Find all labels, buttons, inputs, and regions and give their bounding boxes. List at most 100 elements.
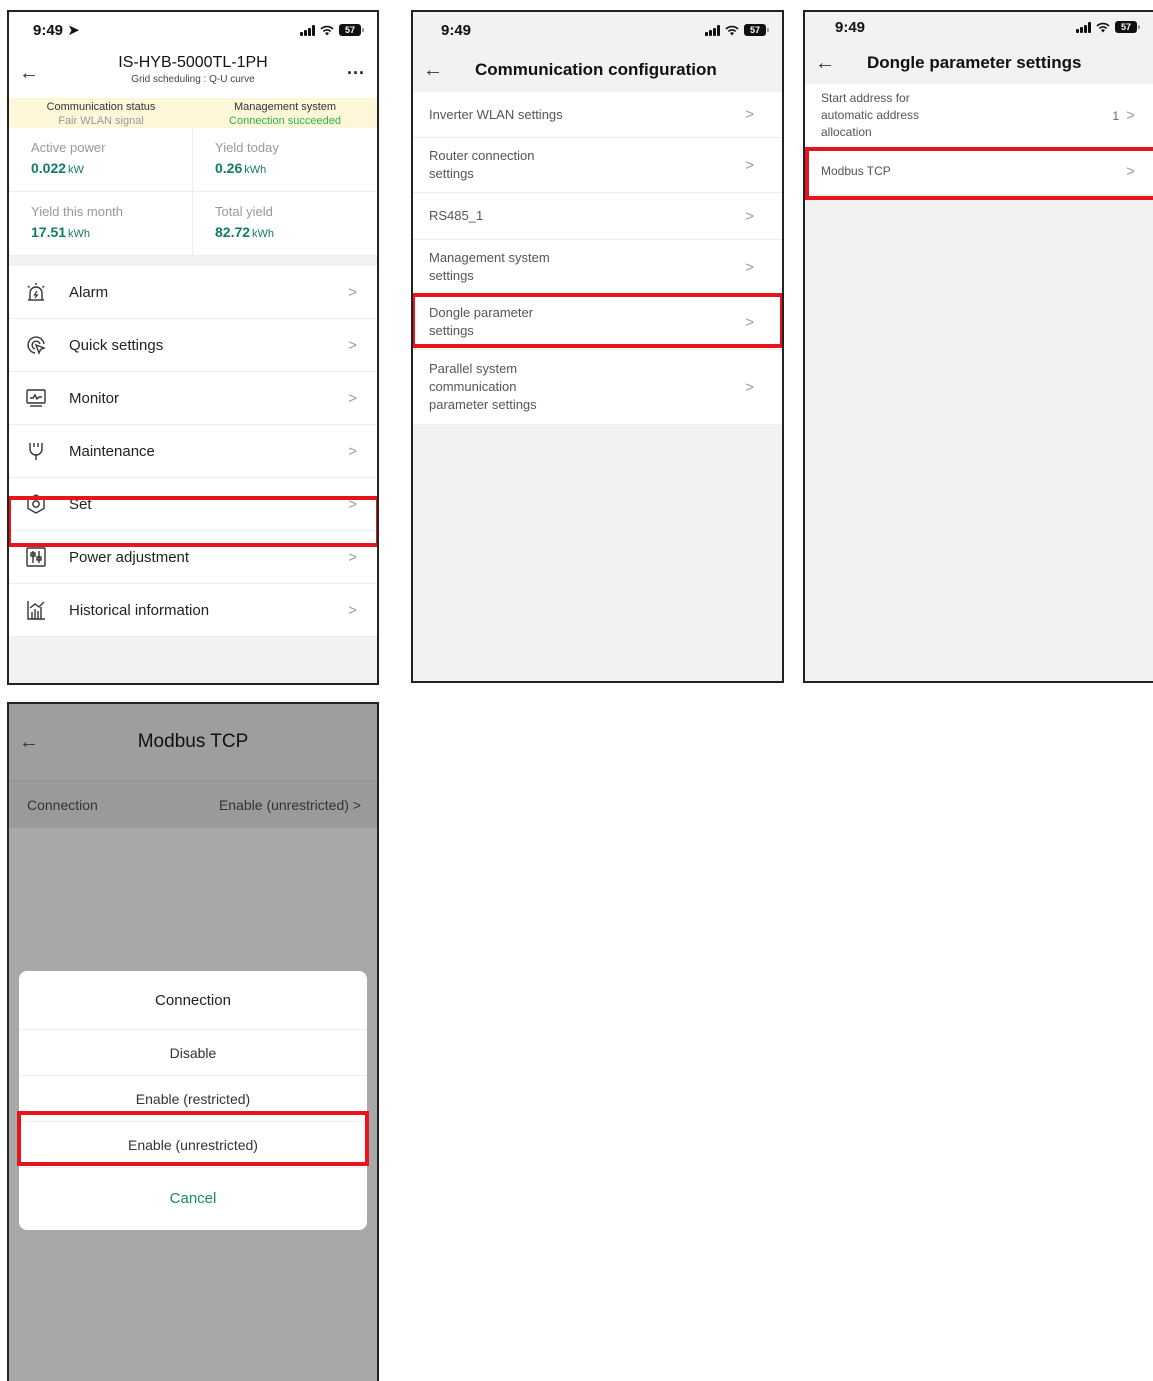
menu-label: Power adjustment xyxy=(69,548,190,566)
status-banner: Communication status Fair WLAN signal Ma… xyxy=(9,98,377,128)
nav-bar: ← IS-HYB-5000TL-1PH Grid scheduling : Q-… xyxy=(9,48,377,98)
chevron-right-icon: > xyxy=(348,548,357,566)
back-arrow-icon[interactable]: ← xyxy=(413,59,453,82)
list-item-value: 1 xyxy=(1112,108,1119,123)
status-time: 9:49 xyxy=(441,21,472,39)
menu-label: Alarm xyxy=(69,283,109,301)
signal-icon xyxy=(1076,21,1091,33)
management-system-status: Management system Connection succeeded xyxy=(193,98,377,128)
set-icon xyxy=(9,493,57,515)
chevron-right-icon: > xyxy=(745,378,754,396)
menu-item-maintenance[interactable]: Maintenance > xyxy=(9,425,377,478)
list-item-label: Inverter WLAN settings xyxy=(429,106,563,122)
menu-label: Maintenance xyxy=(69,442,155,460)
stat-total-yield: Total yield 82.72 kWh xyxy=(193,192,377,256)
communication-configuration-screen: 9:49 57 ← Communication configuration In… xyxy=(411,10,784,683)
option-enable-restricted[interactable]: Enable (restricted) xyxy=(19,1076,367,1122)
signal-icon xyxy=(705,24,720,36)
status-time: 9:49 xyxy=(835,18,866,36)
stat-unit: kWh xyxy=(68,228,91,240)
more-options-icon[interactable]: ... xyxy=(347,58,365,79)
yield-stats: Active power 0.022 kW Yield today 0.26 kWh… xyxy=(9,128,377,256)
stat-label: Yield this month xyxy=(31,204,124,219)
menu-label: Quick settings xyxy=(69,336,164,354)
menu-label: Historical information xyxy=(69,601,210,619)
menu-item-alarm[interactable]: Alarm > xyxy=(9,266,377,319)
maintenance-icon xyxy=(9,440,57,462)
alarm-icon xyxy=(9,281,57,303)
signal-icon xyxy=(300,24,315,36)
chevron-right-icon: > xyxy=(348,495,357,513)
chevron-right-icon: > xyxy=(745,207,754,225)
menu-item-set[interactable]: Set > xyxy=(9,478,377,531)
stat-unit: kWh xyxy=(252,228,275,240)
menu-item-power-adjustment[interactable]: Power adjustment > xyxy=(9,531,377,584)
stat-unit: kWh xyxy=(244,164,267,176)
management-system-label: Management system xyxy=(233,101,337,113)
menu-item-historical-information[interactable]: Historical information > xyxy=(9,584,377,637)
status-icons: 57 xyxy=(1076,21,1140,33)
stat-value: 0.022 kW xyxy=(31,160,84,176)
back-arrow-icon[interactable]: ← xyxy=(805,52,845,75)
list-item-inverter-wlan[interactable]: Inverter WLAN settings > xyxy=(413,92,782,138)
stat-value: 17.51 kWh xyxy=(31,224,91,240)
page-title: Dongle parameter settings xyxy=(867,53,1082,72)
list-item-label: Parallel system communication parameter … xyxy=(429,361,537,412)
cancel-button[interactable]: Cancel xyxy=(19,1168,367,1230)
nav-bar: ← Dongle parameter settings xyxy=(805,42,1153,84)
sheet-title: Connection xyxy=(19,971,367,1030)
power-adjustment-icon xyxy=(9,546,57,568)
chevron-right-icon: > xyxy=(745,156,754,174)
chevron-right-icon: > xyxy=(1126,107,1135,124)
menu-label: Monitor xyxy=(69,389,120,407)
status-bar: 9:49 ➤ 57 xyxy=(9,12,377,48)
monitor-icon xyxy=(9,387,57,409)
stat-yield-this-month: Yield this month 17.51 kWh xyxy=(9,192,193,256)
modbus-tcp-screen: ← Modbus TCP Connection Enable (unrestri… xyxy=(7,702,379,1381)
stat-unit: kW xyxy=(68,164,84,176)
list-item-router-connection[interactable]: Router connection settings > xyxy=(413,138,782,193)
page-title: Modbus TCP xyxy=(137,731,249,752)
status-time: 9:49 ➤ xyxy=(33,22,80,39)
option-disable[interactable]: Disable xyxy=(19,1030,367,1076)
list-item-dongle-parameter[interactable]: Dongle parameter settings > xyxy=(413,295,782,350)
status-icons: 57 xyxy=(300,24,364,36)
status-icons: 57 xyxy=(705,24,769,36)
stat-value: 0.26 kWh xyxy=(215,160,267,176)
list-item-label: Management system settings xyxy=(429,250,550,283)
battery-icon: 57 xyxy=(339,24,364,36)
list-item-parallel-system[interactable]: Parallel system communication parameter … xyxy=(413,350,782,425)
chevron-right-icon: > xyxy=(352,796,361,813)
quick-settings-icon xyxy=(9,334,57,356)
option-enable-unrestricted[interactable]: Enable (unrestricted) xyxy=(19,1122,367,1168)
stat-active-power: Active power 0.022 kW xyxy=(9,128,193,192)
connection-row[interactable]: Connection Enable (unrestricted) > xyxy=(9,780,377,828)
battery-icon: 57 xyxy=(1115,21,1140,33)
list-item-label: Router connection settings xyxy=(429,148,535,181)
wifi-icon xyxy=(320,25,334,35)
nav-bar: ← Communication configuration xyxy=(413,48,782,92)
header: 9:49 ➤ 57 ← IS-HYB-5000TL-1PH Grid sched… xyxy=(9,12,377,98)
communication-status: Communication status Fair WLAN signal xyxy=(9,98,193,128)
battery-icon: 57 xyxy=(744,24,769,36)
chevron-right-icon: > xyxy=(348,336,357,354)
list-item-management-system[interactable]: Management system settings > xyxy=(413,240,782,295)
menu-item-quick-settings[interactable]: Quick settings > xyxy=(9,319,377,372)
list-item-rs485[interactable]: RS485_1 > xyxy=(413,193,782,240)
dongle-parameter-settings-screen: 9:49 57 ← Dongle parameter settings Star… xyxy=(803,10,1153,683)
menu-item-monitor[interactable]: Monitor > xyxy=(9,372,377,425)
back-arrow-icon[interactable]: ← xyxy=(9,731,49,754)
list-item-start-address[interactable]: Start address for automatic address allo… xyxy=(805,84,1153,148)
communication-status-label: Communication status xyxy=(46,101,156,113)
grid-scheduling-subtitle: Grid scheduling : Q-U curve xyxy=(131,74,255,85)
stat-yield-today: Yield today 0.26 kWh xyxy=(193,128,377,192)
device-menu: Alarm > Quick settings > Monitor > Maint… xyxy=(9,266,377,637)
dongle-settings-list: Start address for automatic address allo… xyxy=(805,84,1153,195)
connection-value[interactable]: Enable (unrestricted) > xyxy=(219,797,361,813)
chevron-right-icon: > xyxy=(745,258,754,276)
device-titles: IS-HYB-5000TL-1PH Grid scheduling : Q-U … xyxy=(9,54,377,85)
chevron-right-icon: > xyxy=(348,442,357,460)
list-item-label: Modbus TCP xyxy=(821,164,891,178)
status-bar: 9:49 57 xyxy=(805,12,1153,42)
list-item-modbus-tcp[interactable]: Modbus TCP > xyxy=(805,148,1153,195)
